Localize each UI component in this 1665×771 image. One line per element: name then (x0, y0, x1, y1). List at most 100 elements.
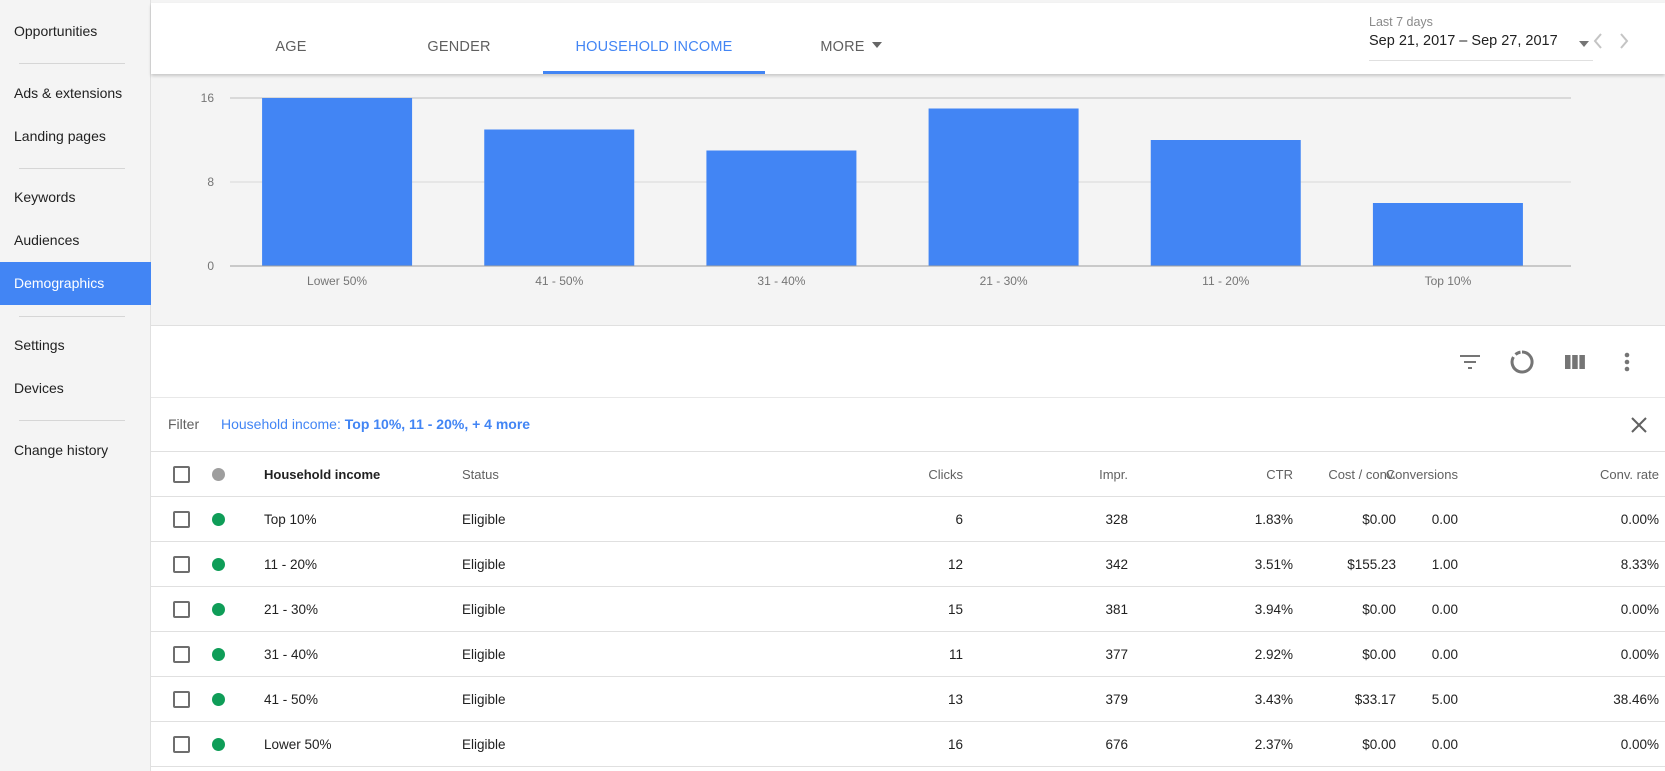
x-tick-label: Top 10% (1425, 274, 1472, 288)
row-checkbox[interactable] (173, 646, 190, 663)
sidebar: Opportunities Ads & extensions Landing p… (0, 0, 151, 771)
segment-icon[interactable] (1508, 348, 1536, 376)
cell-status: Eligible (462, 602, 506, 617)
cell-clicks: 11 (948, 647, 963, 662)
x-tick-label: 41 - 50% (535, 274, 583, 288)
cell-conversions: 1.00 (1431, 557, 1458, 572)
sidebar-item-settings[interactable]: Settings (0, 324, 151, 367)
cell-status: Eligible (462, 647, 506, 662)
y-tick-label: 0 (207, 259, 214, 273)
filter-chip-household-income[interactable]: Household income: Top 10%, 11 - 20%, + 4… (221, 416, 530, 432)
cell-household-income: 21 - 30% (264, 602, 319, 617)
cell-conversions: 0.00 (1431, 512, 1458, 527)
x-tick-label: 21 - 30% (980, 274, 1028, 288)
tab-bar: AGE GENDER HOUSEHOLD INCOME MORE Last 7 … (151, 3, 1665, 74)
y-tick-label: 8 (207, 175, 214, 189)
date-range-picker[interactable]: Last 7 days Sep 21, 2017 – Sep 27, 2017 (1369, 15, 1593, 61)
row-checkbox[interactable] (173, 691, 190, 708)
filter-label: Filter (168, 416, 200, 432)
column-header-conversions[interactable]: Conversions (1386, 452, 1458, 497)
sidebar-item-opportunities[interactable]: Opportunities (0, 10, 151, 53)
sidebar-divider (19, 168, 125, 169)
columns-icon[interactable] (1561, 348, 1589, 376)
status-eligible-dot-icon (212, 693, 225, 706)
cell-status: Eligible (462, 737, 506, 752)
tab-more[interactable]: MORE (791, 3, 911, 74)
tab-age[interactable]: AGE (233, 3, 349, 74)
column-header-household-income[interactable]: Household income (264, 452, 380, 497)
x-tick-label: Lower 50% (307, 274, 367, 288)
bar-21-30-[interactable] (928, 108, 1079, 267)
sidebar-item-change-history[interactable]: Change history (0, 429, 151, 472)
cell-impr: 377 (1105, 647, 1128, 662)
table-header-row: Household income Status Clicks Impr. CTR… (151, 452, 1665, 497)
cell-impr: 381 (1105, 602, 1128, 617)
bar-41-50-[interactable] (484, 129, 635, 267)
status-header-dot-icon (212, 468, 225, 481)
table-row[interactable]: 31 - 40% Eligible 11 377 2.92% 0.00 $0.00 0.00% (151, 632, 1665, 677)
status-eligible-dot-icon (212, 738, 225, 751)
select-all-checkbox[interactable] (173, 466, 190, 483)
filter-chip-values: Top 10%, 11 - 20%, + 4 more (344, 416, 531, 432)
chevron-left-icon[interactable] (1591, 31, 1605, 55)
table-row[interactable]: 21 - 30% Eligible 15 381 3.94% 0.00 $0.00 0.00% (151, 587, 1665, 632)
cell-impr: 676 (1105, 737, 1128, 752)
date-range-label: Last 7 days (1369, 15, 1433, 29)
cell-conversions: 0.00 (1431, 647, 1458, 662)
cell-cost-conv: $0.00 (1362, 602, 1396, 617)
cell-clicks: 13 (947, 692, 963, 707)
bar-lower-50-[interactable] (262, 98, 413, 266)
column-header-impr[interactable]: Impr. (1099, 452, 1128, 497)
tab-label: GENDER (427, 39, 491, 55)
column-header-clicks[interactable]: Clicks (928, 452, 963, 497)
more-vert-icon[interactable] (1613, 348, 1641, 376)
cell-household-income: 31 - 40% (264, 647, 319, 662)
data-table: Household income Status Clicks Impr. CTR… (151, 452, 1665, 771)
sidebar-item-devices[interactable]: Devices (0, 367, 151, 410)
sidebar-item-keywords[interactable]: Keywords (0, 176, 151, 219)
filter-icon[interactable] (1456, 348, 1484, 376)
cell-household-income: 41 - 50% (264, 692, 319, 707)
bar-11-20-[interactable] (1150, 140, 1301, 266)
cell-impr: 328 (1105, 512, 1128, 527)
tab-label: AGE (275, 39, 307, 55)
sidebar-item-audiences[interactable]: Audiences (0, 219, 151, 262)
app: Opportunities Ads & extensions Landing p… (0, 0, 1665, 771)
cell-cost-conv: $33.17 (1354, 692, 1396, 707)
table-row[interactable]: 41 - 50% Eligible 13 379 3.43% 5.00 $33.17 38.4… (151, 677, 1665, 722)
table-row[interactable]: 11 - 20% Eligible 12 342 3.51% 1.00 $155.23 8.3… (151, 542, 1665, 587)
tab-gender[interactable]: GENDER (391, 3, 527, 74)
caret-down-icon (871, 42, 882, 49)
x-tick-label: 31 - 40% (757, 274, 805, 288)
bar-top-10-[interactable] (1372, 203, 1523, 266)
tab-household-income[interactable]: HOUSEHOLD INCOME (543, 3, 765, 74)
cell-household-income: Top 10% (264, 512, 317, 527)
row-checkbox[interactable] (173, 736, 190, 753)
cell-conv-rate: 0.00% (1620, 512, 1659, 527)
close-icon[interactable] (1627, 413, 1651, 437)
status-eligible-dot-icon (212, 558, 225, 571)
row-checkbox[interactable] (173, 511, 190, 528)
cell-clicks: 16 (947, 737, 963, 752)
chevron-right-icon[interactable] (1617, 31, 1631, 55)
column-header-status[interactable]: Status (462, 452, 499, 497)
sidebar-item-ads-extensions[interactable]: Ads & extensions (0, 72, 151, 115)
cell-cost-conv: $0.00 (1362, 647, 1396, 662)
sidebar-item-landing-pages[interactable]: Landing pages (0, 115, 151, 158)
table-row[interactable]: Top 10% Eligible 6 328 1.83% 0.00 $0.00 0.00% (151, 497, 1665, 542)
bar-31-40-[interactable] (706, 150, 857, 267)
cell-cost-conv: $0.00 (1362, 512, 1396, 527)
table-row[interactable]: Lower 50% Eligible 16 676 2.37% 0.00 $0.00 0.00… (151, 722, 1665, 767)
cell-conv-rate: 0.00% (1620, 602, 1659, 617)
column-header-conv-rate[interactable]: Conv. rate (1600, 452, 1659, 497)
column-header-cost-conv[interactable]: Cost / conv. (1236, 452, 1396, 497)
sidebar-item-demographics[interactable]: Demographics (0, 262, 151, 305)
cell-household-income: Lower 50% (264, 737, 332, 752)
cell-conv-rate: 0.00% (1620, 647, 1659, 662)
row-checkbox[interactable] (173, 556, 190, 573)
row-checkbox[interactable] (173, 601, 190, 618)
sidebar-divider (19, 420, 125, 421)
date-range-value: Sep 21, 2017 – Sep 27, 2017 (1369, 33, 1558, 49)
cell-conv-rate: 0.00% (1620, 737, 1659, 752)
cell-status: Eligible (462, 692, 506, 707)
